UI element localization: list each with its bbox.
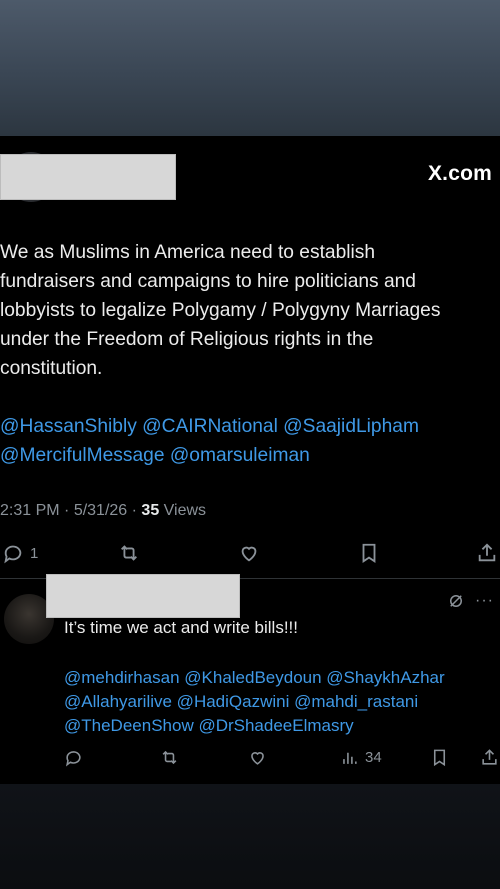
- reply-mentions: @mehdirhasan @KhaledBeydoun @ShaykhAzhar…: [64, 666, 500, 738]
- bookmark-icon: [433, 749, 446, 767]
- grok-icon[interactable]: [447, 592, 465, 610]
- views-label: Views: [159, 502, 207, 519]
- reply-icon: [65, 751, 81, 767]
- mention-line[interactable]: @Allahyarilive @HadiQazwini @mahdi_rasta…: [64, 690, 500, 714]
- reply-header-icons: ···: [447, 592, 494, 610]
- post-metadata: 2:31 PM · 5/31/26 · 35 Views: [0, 502, 206, 520]
- reply-text: It’s time we act and write bills!!!: [64, 618, 298, 637]
- mention-line[interactable]: @mehdirhasan @KhaledBeydoun @ShaykhAzhar: [64, 666, 500, 690]
- reply-bookmark-button[interactable]: [430, 748, 449, 767]
- reply-button[interactable]: 1: [2, 542, 38, 564]
- retweet-icon: [162, 750, 177, 765]
- meta-separator: ·: [59, 502, 74, 519]
- reply-views-count: 34: [365, 749, 382, 766]
- meta-separator: ·: [127, 502, 142, 519]
- retweet-button[interactable]: [118, 542, 140, 564]
- brand-label: X.com: [427, 162, 492, 185]
- post-date[interactable]: 5/31/26: [74, 502, 127, 519]
- like-icon: [241, 546, 257, 562]
- bookmark-button[interactable]: [358, 542, 380, 564]
- post-time[interactable]: 2:31 PM: [0, 502, 60, 519]
- reply-share-button[interactable]: [480, 748, 499, 767]
- background-blur: [0, 0, 500, 136]
- views-icon: [343, 752, 357, 764]
- mention-line[interactable]: @TheDeenShow @DrShadeeElmasry: [64, 714, 500, 738]
- mention-line[interactable]: @HassanShibly @CAIRNational @SaajidLipha…: [0, 412, 500, 441]
- reply-reply-button[interactable]: [64, 748, 83, 767]
- mention-line[interactable]: @MercifulMessage @omarsuleiman: [0, 441, 500, 470]
- views-count: 35: [141, 502, 160, 519]
- like-button[interactable]: [238, 542, 260, 564]
- background-bottom: [0, 784, 500, 889]
- more-options-button[interactable]: ···: [475, 592, 494, 610]
- post-text: We as Muslims in America need to establi…: [0, 242, 441, 379]
- share-icon: [478, 543, 496, 562]
- post-action-bar: 1: [0, 538, 500, 568]
- retweet-icon: [121, 545, 137, 561]
- reply-views-button[interactable]: 34: [340, 748, 382, 767]
- reply-author-name-redaction: [46, 574, 240, 618]
- reply-action-bar: 34: [0, 744, 500, 772]
- reply-retweet-button[interactable]: [160, 748, 179, 767]
- reply-icon: [4, 545, 22, 564]
- post-mentions: @HassanShibly @CAIRNational @SaajidLipha…: [0, 412, 500, 470]
- reply-like-button[interactable]: [248, 748, 267, 767]
- like-icon: [251, 752, 264, 765]
- reply-count: 1: [30, 544, 39, 562]
- share-icon: [482, 749, 497, 765]
- author-name-redaction: [0, 154, 176, 200]
- share-button[interactable]: [476, 542, 498, 564]
- bookmark-icon: [362, 543, 376, 563]
